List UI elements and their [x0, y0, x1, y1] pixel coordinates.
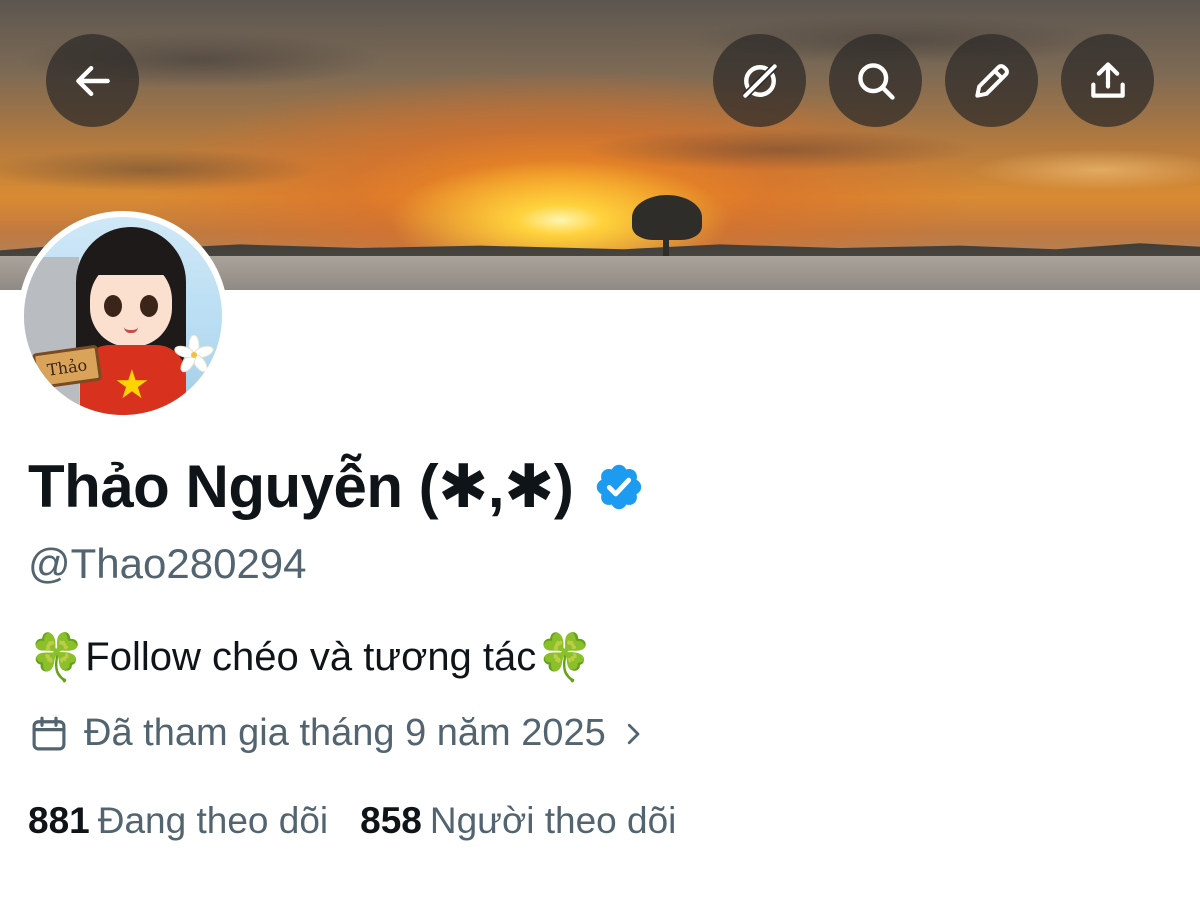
- search-icon: [857, 62, 895, 100]
- four-leaf-clover-icon: 🍀: [28, 630, 86, 684]
- grok-button[interactable]: [713, 34, 806, 127]
- avatar-eye-right: [140, 295, 158, 317]
- four-leaf-clover-icon: 🍀: [536, 630, 594, 684]
- arrow-left-icon: [75, 65, 110, 96]
- grok-icon: [742, 63, 777, 98]
- search-button[interactable]: [829, 34, 922, 127]
- followers-count: 858: [360, 800, 422, 841]
- avatar-bangs: [86, 237, 178, 275]
- avatar-image: ★ Thảo: [24, 217, 222, 415]
- display-name: Thảo Nguyễn (✱,✱): [28, 453, 574, 520]
- following-link[interactable]: 881 Đang theo dõi: [28, 800, 328, 842]
- joined-date-text: Đã tham gia tháng 9 năm 2025: [84, 712, 606, 754]
- edit-button[interactable]: [945, 34, 1038, 127]
- joined-date-link[interactable]: Đã tham gia tháng 9 năm 2025: [28, 712, 648, 755]
- calendar-icon: [32, 716, 66, 750]
- avatar-star: ★: [114, 362, 150, 408]
- user-handle: @Thao280294: [28, 540, 307, 587]
- avatar[interactable]: ★ Thảo: [18, 211, 228, 421]
- following-count: 881: [28, 800, 90, 841]
- verified-badge-icon[interactable]: [593, 461, 645, 513]
- avatar-eye-left: [104, 295, 122, 317]
- followers-label: Người theo dõi: [429, 800, 677, 841]
- back-button[interactable]: [46, 34, 139, 127]
- bio-text: Follow chéo và tương tác: [85, 634, 537, 679]
- bio: 🍀 Follow chéo và tương tác 🍀: [28, 634, 594, 680]
- name-row: Thảo Nguyễn (✱,✱): [28, 452, 645, 522]
- lily-flower-icon: [174, 335, 214, 373]
- share-button[interactable]: [1061, 34, 1154, 127]
- pencil-icon: [974, 63, 1009, 98]
- follow-stats: 881 Đang theo dõi 858 Người theo dõi: [28, 800, 708, 842]
- chevron-right-icon: [627, 723, 640, 744]
- share-icon: [1090, 61, 1125, 98]
- following-label: Đang theo dõi: [97, 800, 329, 841]
- followers-link[interactable]: 858 Người theo dõi: [360, 800, 676, 842]
